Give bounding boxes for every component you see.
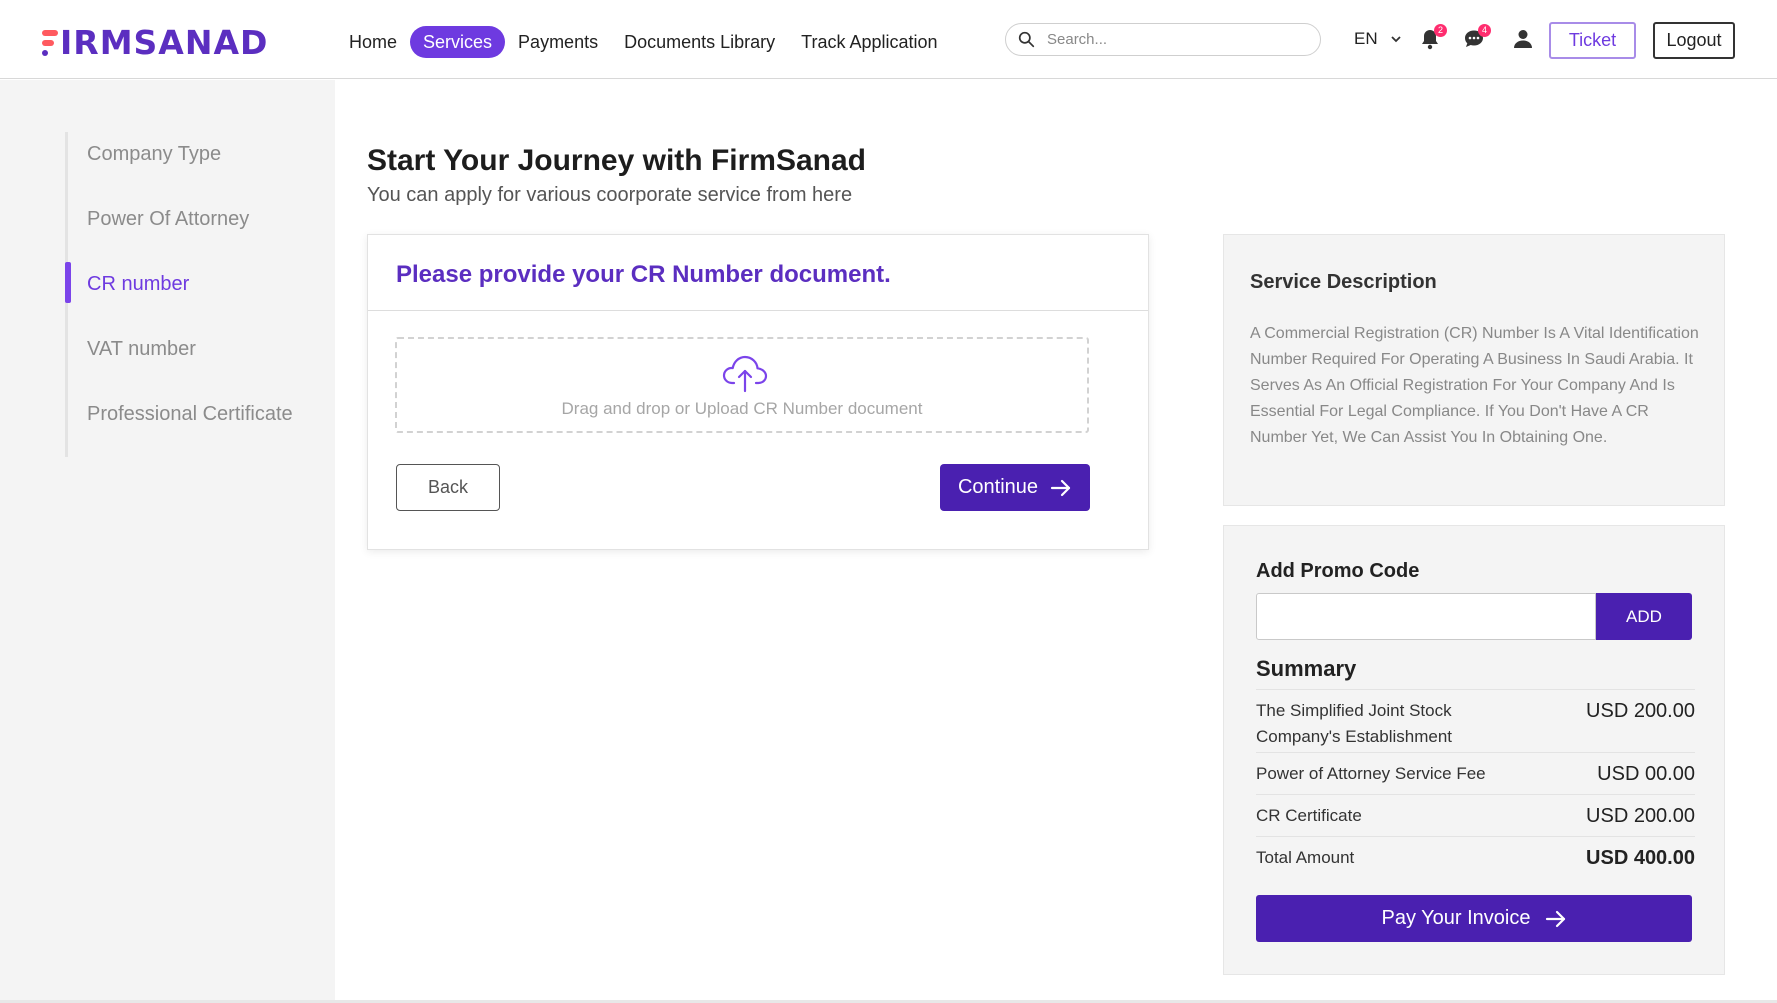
chevron-down-icon [1390, 36, 1401, 43]
service-description-text: A Commercial Registration (CR) Number Is… [1250, 325, 1699, 446]
summary-row-label: The Simplified Joint Stock Company's Est… [1256, 701, 1452, 746]
notifications-badge: 2 [1434, 24, 1447, 37]
user-icon [1514, 30, 1532, 48]
step-professional-certificate[interactable]: Professional Certificate [68, 392, 293, 457]
logout-button[interactable]: Logout [1653, 22, 1735, 59]
ticket-button[interactable]: Ticket [1549, 22, 1636, 59]
back-button[interactable]: Back [396, 464, 500, 511]
continue-label: Continue [957, 476, 1039, 498]
firmsanad-logo[interactable]: IRMSANAD [42, 22, 268, 62]
total-label: Total Amount [1256, 848, 1355, 867]
language-selector[interactable]: EN [1354, 29, 1402, 49]
search-input[interactable] [1045, 30, 1299, 49]
messages-button[interactable]: 4 [1462, 24, 1491, 53]
messages-badge: 4 [1478, 24, 1491, 37]
promo-code-input[interactable] [1256, 593, 1596, 640]
card-divider [368, 310, 1148, 311]
summary-row-label: CR Certificate [1256, 806, 1362, 825]
nav-track-application[interactable]: Track Application [788, 26, 950, 58]
summary-row-value: USD 00.00 [1597, 763, 1695, 785]
pay-invoice-label: Pay Your Invoice [1381, 907, 1531, 929]
service-description-title: Service Description [1250, 271, 1437, 293]
add-promo-button[interactable]: ADD [1596, 593, 1692, 640]
summary-title: Summary [1256, 656, 1357, 681]
summary-row: The Simplified Joint Stock Company's Est… [1256, 689, 1695, 752]
main-nav: Home Services Payments Documents Library… [336, 26, 951, 58]
nav-documents-library[interactable]: Documents Library [611, 26, 788, 58]
step-vat-number[interactable]: VAT number [68, 327, 293, 392]
search-icon [1018, 31, 1035, 48]
pay-invoice-button[interactable]: Pay Your Invoice [1256, 895, 1692, 942]
promo-title: Add Promo Code [1256, 560, 1420, 582]
nav-payments[interactable]: Payments [505, 26, 611, 58]
nav-home[interactable]: Home [336, 26, 410, 58]
page-title: Start Your Journey with FirmSanad [367, 144, 866, 177]
service-description-card: Service Description A Commercial Registr… [1223, 234, 1725, 506]
logo-text: IRMSANAD [60, 22, 269, 62]
upload-card: Please provide your CR Number document. … [367, 234, 1149, 550]
arrow-right-icon [1050, 479, 1071, 496]
continue-button[interactable]: Continue [940, 464, 1090, 511]
notifications-button[interactable]: 2 [1418, 24, 1447, 53]
language-label: EN [1354, 29, 1378, 48]
step-cr-number[interactable]: CR number [65, 262, 293, 327]
summary-row: CR Certificate USD 200.00 [1256, 794, 1695, 836]
dropzone-text: Drag and drop or Upload CR Number docume… [561, 399, 923, 418]
summary-total-row: Total Amount USD 400.00 [1256, 836, 1695, 878]
logo-f-mark [42, 28, 58, 56]
profile-button[interactable] [1511, 27, 1537, 53]
arrow-right-icon [1545, 910, 1565, 927]
summary-row: Power of Attorney Service Fee USD 00.00 [1256, 752, 1695, 794]
summary-row-value: USD 200.00 [1586, 805, 1695, 827]
top-header: IRMSANAD Home Services Payments Document… [0, 0, 1777, 79]
nav-services[interactable]: Services [410, 26, 506, 58]
promo-summary-card: Add Promo Code ADD Summary The Simplifie… [1223, 525, 1725, 975]
summary-row-label: Power of Attorney Service Fee [1256, 764, 1486, 783]
upload-card-title: Please provide your CR Number document. [396, 261, 891, 288]
page-subtitle: You can apply for various coorporate ser… [367, 184, 853, 206]
summary-table: The Simplified Joint Stock Company's Est… [1256, 689, 1695, 878]
cloud-upload-icon [722, 355, 768, 393]
step-list: Company Type Power Of Attorney CR number… [65, 132, 293, 457]
steps-sidebar: Company Type Power Of Attorney CR number… [0, 80, 335, 1003]
summary-row-value: USD 200.00 [1586, 700, 1695, 722]
upload-dropzone[interactable]: Drag and drop or Upload CR Number docume… [395, 337, 1089, 433]
total-value: USD 400.00 [1586, 847, 1695, 869]
step-company-type[interactable]: Company Type [68, 132, 293, 197]
search-box[interactable] [1005, 23, 1321, 56]
step-power-of-attorney[interactable]: Power Of Attorney [68, 197, 293, 262]
